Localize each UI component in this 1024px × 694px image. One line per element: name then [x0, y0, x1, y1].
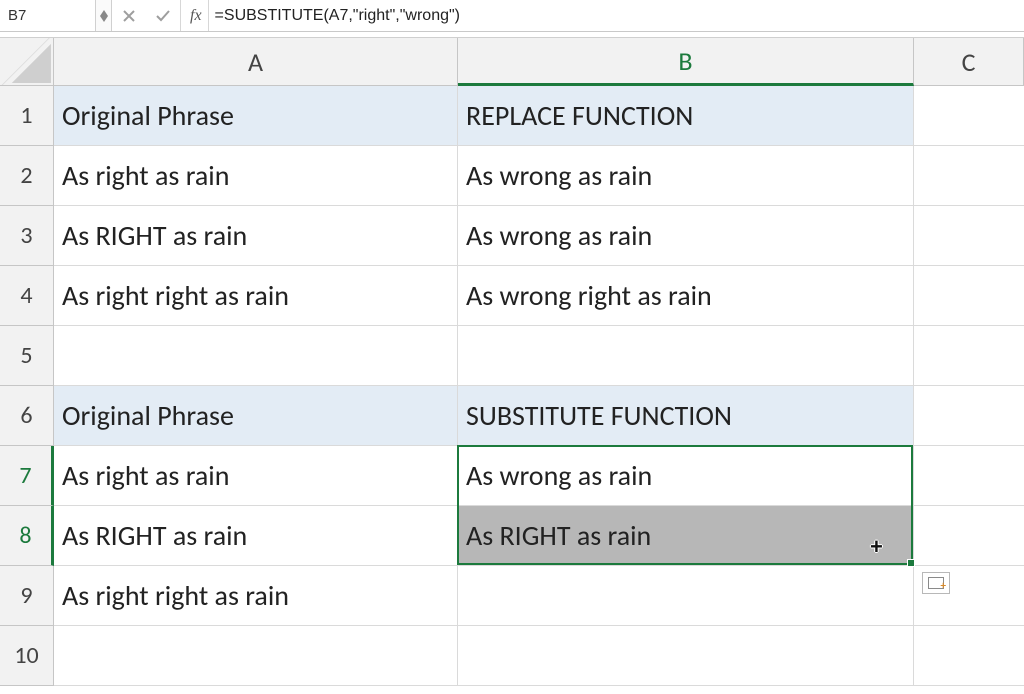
fx-label[interactable]: fx — [181, 7, 208, 25]
spreadsheet-grid[interactable]: A B C 1 Original Phrase REPLACE FUNCTION… — [0, 38, 1024, 686]
cell-B5[interactable] — [458, 326, 914, 386]
cell-A1[interactable]: Original Phrase — [54, 86, 458, 146]
row-header-3[interactable]: 3 — [0, 206, 54, 266]
cell-C3[interactable] — [914, 206, 1024, 266]
cell-C1[interactable] — [914, 86, 1024, 146]
cell-B6[interactable]: SUBSTITUTE FUNCTION — [458, 386, 914, 446]
row-header-5[interactable]: 5 — [0, 326, 54, 386]
name-box-stepper[interactable] — [95, 0, 111, 31]
cell-C8[interactable] — [914, 506, 1024, 566]
cell-B4[interactable]: As wrong right as rain — [458, 266, 914, 326]
cell-A3[interactable]: As RIGHT as rain — [54, 206, 458, 266]
row-header-10[interactable]: 10 — [0, 626, 54, 686]
row-header-6[interactable]: 6 — [0, 386, 54, 446]
cell-A2[interactable]: As right as rain — [54, 146, 458, 206]
cell-A9[interactable]: As right right as rain — [54, 566, 458, 626]
cell-A4[interactable]: As right right as rain — [54, 266, 458, 326]
cell-B3[interactable]: As wrong as rain — [458, 206, 914, 266]
cell-C10[interactable] — [914, 626, 1024, 686]
column-header-C[interactable]: C — [914, 38, 1024, 86]
cell-A6[interactable]: Original Phrase — [54, 386, 458, 446]
row-header-2[interactable]: 2 — [0, 146, 54, 206]
cell-A7[interactable]: As right as rain — [54, 446, 458, 506]
formula-bar: B7 fx =SUBSTITUTE(A7,"right","wrong") — [0, 0, 1024, 32]
formula-input[interactable]: =SUBSTITUTE(A7,"right","wrong") — [209, 7, 1024, 25]
cell-B2[interactable]: As wrong as rain — [458, 146, 914, 206]
name-box[interactable]: B7 — [0, 0, 112, 31]
cell-C7[interactable] — [914, 446, 1024, 506]
cell-C4[interactable] — [914, 266, 1024, 326]
cell-A5[interactable] — [54, 326, 458, 386]
cell-B9[interactable] — [458, 566, 914, 626]
cell-B10[interactable] — [458, 626, 914, 686]
cell-C2[interactable] — [914, 146, 1024, 206]
cell-B7[interactable]: As wrong as rain — [458, 446, 914, 506]
autofill-options-button[interactable] — [922, 572, 950, 594]
name-box-value: B7 — [0, 7, 95, 24]
close-icon — [122, 9, 136, 23]
cell-A8[interactable]: As RIGHT as rain — [54, 506, 458, 566]
column-header-B[interactable]: B — [458, 38, 914, 86]
cancel-formula-button[interactable] — [112, 0, 146, 31]
cell-B1[interactable]: REPLACE FUNCTION — [458, 86, 914, 146]
row-header-4[interactable]: 4 — [0, 266, 54, 326]
cell-C6[interactable] — [914, 386, 1024, 446]
accept-formula-button[interactable] — [146, 0, 180, 31]
check-icon — [155, 9, 171, 23]
cell-A10[interactable] — [54, 626, 458, 686]
row-header-8[interactable]: 8 — [0, 506, 54, 566]
row-header-9[interactable]: 9 — [0, 566, 54, 626]
row-header-1[interactable]: 1 — [0, 86, 54, 146]
cell-B8[interactable]: As RIGHT as rain — [458, 506, 914, 566]
cell-C5[interactable] — [914, 326, 1024, 386]
select-all-corner[interactable] — [0, 38, 54, 86]
chevron-down-icon — [100, 16, 108, 22]
column-header-A[interactable]: A — [54, 38, 458, 86]
row-header-7[interactable]: 7 — [0, 446, 54, 506]
